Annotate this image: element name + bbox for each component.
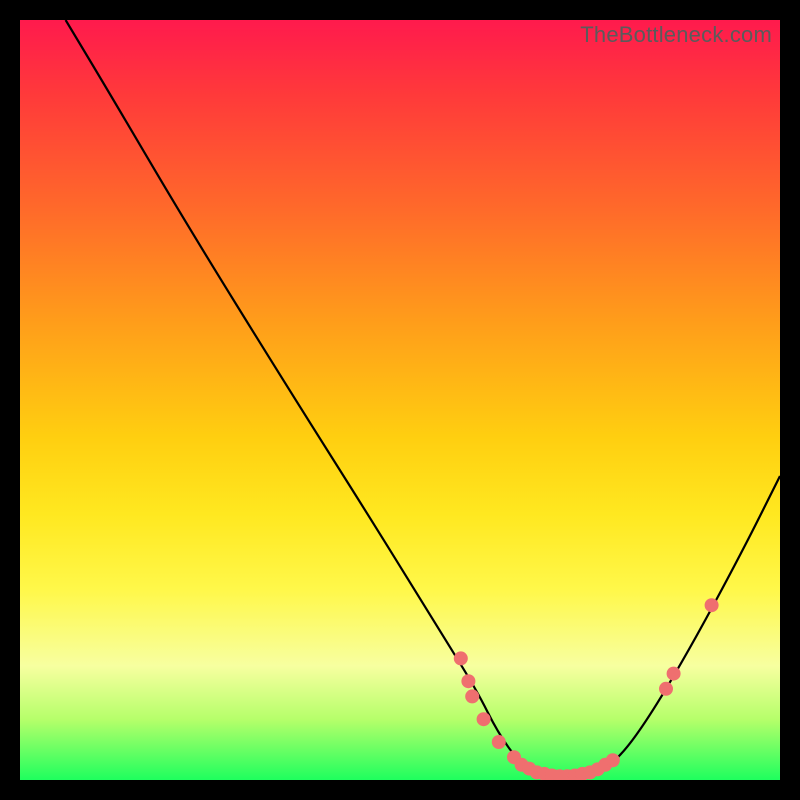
marker-dot — [553, 769, 567, 780]
marker-dot — [568, 768, 582, 780]
marker-dot — [507, 750, 521, 764]
marker-dot — [560, 769, 574, 780]
bottleneck-curve — [66, 20, 780, 780]
marker-dot — [537, 767, 551, 780]
marker-dot — [591, 762, 605, 776]
marker-dot — [530, 765, 544, 779]
marker-dot — [705, 598, 719, 612]
watermark-text: TheBottleneck.com — [580, 22, 772, 48]
plot-area: TheBottleneck.com — [20, 20, 780, 780]
marker-dot — [667, 667, 681, 681]
marker-dot — [598, 758, 612, 772]
marker-dot — [454, 651, 468, 665]
chart-svg — [20, 20, 780, 780]
chart-frame: TheBottleneck.com — [0, 0, 800, 800]
marker-dot — [492, 735, 506, 749]
marker-dot — [575, 767, 589, 780]
marker-dot — [477, 712, 491, 726]
marker-dot — [465, 689, 479, 703]
marker-dot — [515, 758, 529, 772]
marker-dot — [583, 765, 597, 779]
marker-dot — [659, 682, 673, 696]
marker-dot — [606, 753, 620, 767]
markers — [454, 598, 719, 780]
marker-dot — [461, 674, 475, 688]
marker-dot — [545, 768, 559, 780]
marker-dot — [522, 762, 536, 776]
